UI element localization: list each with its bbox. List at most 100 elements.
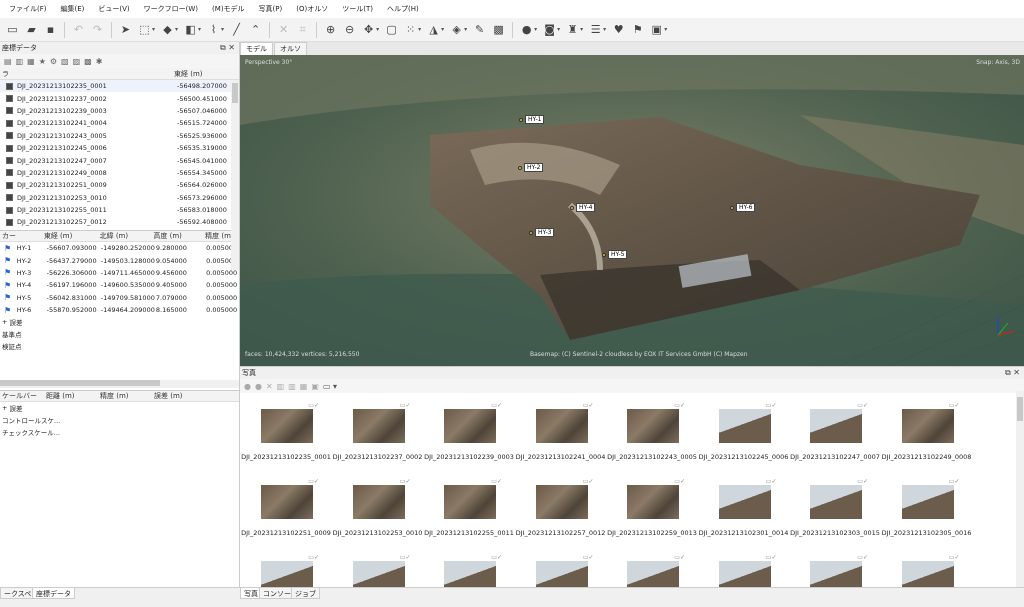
filter-icon[interactable]: ▣ — [311, 382, 319, 391]
export-icon[interactable]: ▥ — [16, 57, 24, 66]
draw-polyline-icon[interactable]: ⌇ — [205, 21, 222, 38]
tree-item-error[interactable]: + 誤差 — [0, 316, 239, 328]
camera-checkbox[interactable] — [6, 157, 13, 165]
camera-row[interactable]: DJI_20231213102257_0012 -56592.408000 — [0, 216, 239, 228]
camera-row[interactable]: DJI_20231213102237_0002 -56500.451000 — [0, 92, 239, 104]
move-object-icon[interactable]: ◆ — [159, 21, 176, 38]
photo-thumbnail[interactable]: ▭✓ DJI_20231213102235_0001 — [241, 402, 331, 467]
tab-model[interactable]: モデル — [240, 42, 273, 55]
camera-checkbox[interactable] — [6, 181, 13, 189]
flag-icon[interactable]: ⚑ — [4, 281, 13, 290]
viewport-marker[interactable]: HY-6 — [730, 203, 756, 212]
image-overlay-icon[interactable]: ▣ — [648, 21, 665, 38]
photo-thumbnail[interactable]: ▭✓ DJI_20231213102241_0004 — [516, 402, 606, 467]
rotate-right-icon[interactable]: ● — [255, 382, 262, 391]
photo-thumbnail[interactable]: ▭✓ — [424, 554, 514, 588]
chevron-down-icon[interactable]: ▾ — [152, 26, 155, 33]
settings-wrench-icon[interactable]: ✱ — [96, 57, 103, 66]
horizontal-scrollbar[interactable] — [0, 380, 239, 389]
globe-icon[interactable]: ● — [518, 21, 535, 38]
photo-thumbnail[interactable]: ▭✓ DJI_20231213102251_0009 — [241, 478, 331, 543]
col-north[interactable]: 北緯 (m) — [100, 231, 154, 241]
photo-thumbnail[interactable]: ▭✓ DJI_20231213102245_0006 — [699, 402, 789, 467]
camera-checkbox[interactable] — [6, 169, 13, 177]
photo-thumbnail[interactable]: ▭✓ DJI_20231213102243_0005 — [607, 402, 697, 467]
photo-thumbnail[interactable]: ▭✓ DJI_20231213102239_0003 — [424, 402, 514, 467]
texture-icon[interactable]: ✎ — [471, 21, 488, 38]
show-shapes-icon[interactable]: ♥ — [610, 21, 627, 38]
mesh-model-icon[interactable]: ◮ — [425, 21, 442, 38]
undo-icon[interactable]: ↶ — [70, 21, 87, 38]
flag-icon[interactable]: ⚑ — [4, 256, 13, 265]
flag-icon[interactable]: ⚑ — [4, 244, 13, 253]
col-east[interactable]: 東経 (m) — [44, 231, 100, 241]
menu-tools[interactable]: ツール(T) — [335, 4, 380, 14]
camera-row[interactable]: DJI_20231213102241_0004 -56515.724000 — [0, 117, 239, 129]
list-icon[interactable]: ☰ — [587, 21, 604, 38]
col-error[interactable]: 誤差 (m) — [154, 391, 204, 401]
star-icon[interactable]: ★ — [39, 57, 46, 66]
photo-thumbnail[interactable]: ▭✓ — [241, 554, 331, 588]
viewport-marker[interactable]: HY-2 — [518, 163, 544, 172]
menu-model[interactable]: (M)モデル — [205, 4, 252, 14]
chevron-down-icon[interactable]: ▾ — [441, 26, 444, 33]
camera-checkbox[interactable] — [6, 132, 13, 140]
camera-checkbox[interactable] — [6, 107, 13, 115]
photos-scrollbar[interactable] — [1016, 391, 1024, 587]
col-scalebar-label[interactable]: ケールバー — [0, 391, 46, 401]
chevron-down-icon[interactable]: ▾ — [464, 26, 467, 33]
viewport-marker[interactable]: HY-3 — [529, 228, 555, 237]
camera-row[interactable]: DJI_20231213102243_0005 -56525.936000 — [0, 130, 239, 142]
tree-item-error[interactable]: + 誤差 — [0, 402, 239, 414]
flag-icon[interactable]: ⚑ — [4, 268, 13, 277]
photo-thumbnail[interactable]: ▭✓ DJI_20231213102253_0010 — [333, 478, 423, 543]
camera-row[interactable]: DJI_20231213102235_0001 -56498.207000 — [0, 80, 239, 93]
camera-icon[interactable]: ◙ — [541, 21, 558, 38]
col-accuracy[interactable]: 精度 (m) — [100, 391, 154, 401]
menu-ortho[interactable]: (O)オルソ — [289, 4, 335, 14]
tab-jobs[interactable]: ジョブ — [291, 588, 320, 599]
open-folder-icon[interactable]: ▰ — [23, 21, 40, 38]
photo-thumbnail[interactable]: ▭✓ DJI_20231213102259_0013 — [607, 478, 697, 543]
dem-icon[interactable]: ▩ — [490, 21, 507, 38]
move-view-icon[interactable]: ✥ — [360, 21, 377, 38]
camera-row[interactable]: DJI_20231213102247_0007 -56545.041000 — [0, 154, 239, 166]
tab-reference[interactable]: 座標データ — [32, 588, 75, 599]
tab-ortho[interactable]: オルソ — [274, 42, 307, 55]
flag-icon[interactable]: ⚑ — [4, 306, 13, 315]
view-mode-icon[interactable]: ▭ ▾ — [323, 382, 337, 391]
viewport-marker[interactable]: HY-5 — [602, 250, 628, 259]
col-distance[interactable]: 距離 (m) — [46, 391, 100, 401]
disable-icon[interactable]: ▥ — [288, 382, 296, 391]
photo-thumbnail[interactable]: ▭✓ DJI_20231213102303_0015 — [790, 478, 880, 543]
menu-help[interactable]: ヘルプ(H) — [380, 4, 426, 14]
tiled-model-icon[interactable]: ◈ — [448, 21, 465, 38]
tree-item-control-points[interactable]: 基準点 — [0, 328, 239, 340]
camera-row[interactable]: DJI_20231213102251_0009 -56564.026000 — [0, 179, 239, 191]
camera-checkbox[interactable] — [6, 95, 13, 103]
marker-row[interactable]: ⚑ HY-1 -56607.093000 -149280.252000 9.280000… — [0, 242, 239, 254]
model-viewport[interactable]: Perspective 30° Snap: Axis, 3D faces: 10… — [240, 55, 1024, 366]
marker-row[interactable]: ⚑ HY-2 -56437.279000 -149503.128000 9.054000… — [0, 254, 239, 266]
menu-view[interactable]: ビュー(V) — [91, 4, 136, 14]
import-icon[interactable]: ▤ — [4, 57, 12, 66]
photo-thumbnail[interactable]: ▭✓ DJI_20231213102257_0012 — [516, 478, 606, 543]
new-document-icon[interactable]: ▭ — [4, 21, 21, 38]
show-markers-icon[interactable]: ⚑ — [629, 21, 646, 38]
camera-checkbox[interactable] — [6, 119, 13, 127]
photo-thumbnail[interactable]: ▭✓ — [882, 554, 972, 588]
viewport-marker[interactable]: HY-4 — [570, 203, 596, 212]
marker-row[interactable]: ⚑ HY-3 -56226.306000 -149711.465000 9.456000… — [0, 267, 239, 279]
redo-icon[interactable]: ↷ — [89, 21, 106, 38]
col-camera-label[interactable]: ラ — [0, 69, 174, 79]
photo-thumbnail[interactable]: ▭✓ DJI_20231213102249_0008 — [882, 402, 972, 467]
chevron-down-icon[interactable]: ▾ — [418, 26, 421, 33]
tree-item-control-scalebars[interactable]: コントロールスケ... — [0, 414, 239, 426]
photo-thumbnail[interactable]: ▭✓ — [790, 554, 880, 588]
crop-icon[interactable]: ⌗ — [294, 21, 311, 38]
panel-float-close-icon[interactable]: ⧉ ✕ — [1005, 368, 1024, 378]
chevron-down-icon[interactable]: ▾ — [664, 26, 667, 33]
remove-icon[interactable]: ✕ — [266, 382, 273, 391]
delete-selection-icon[interactable]: ✕ — [275, 21, 292, 38]
col-altitude[interactable]: 高度 (m) — [153, 231, 205, 241]
